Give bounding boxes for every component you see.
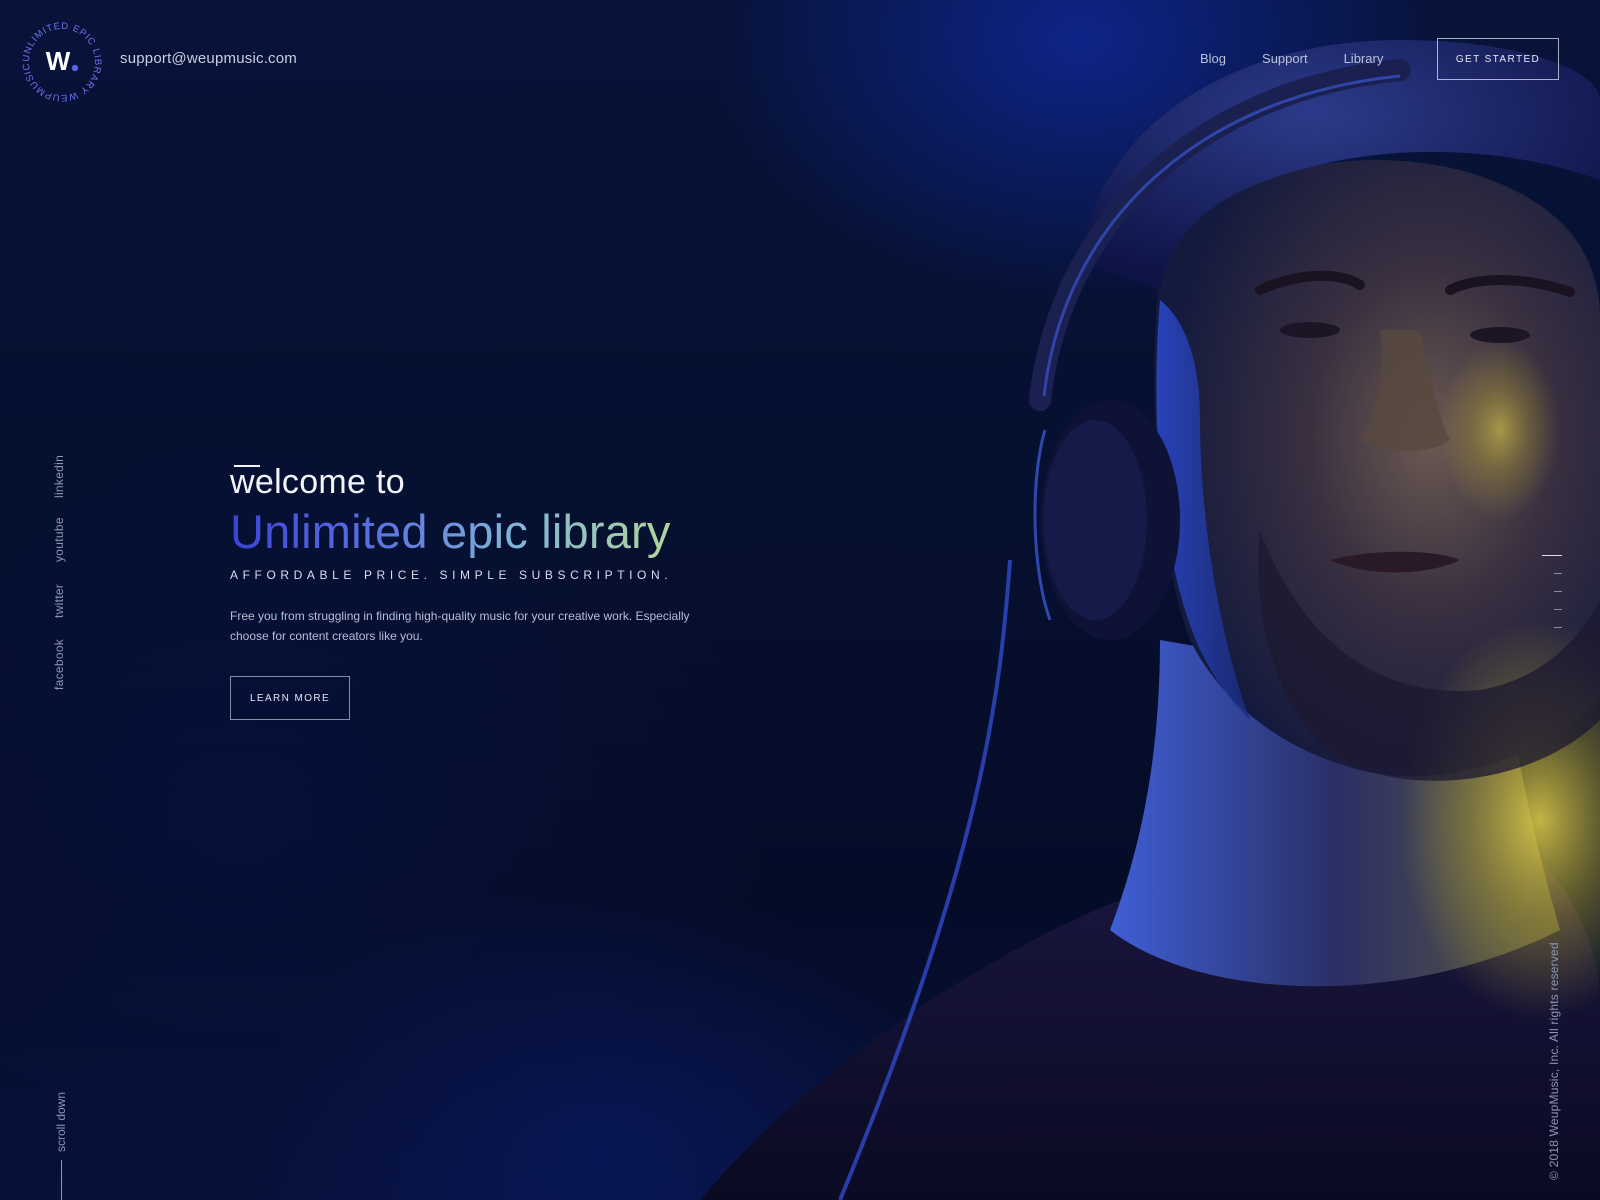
landing-page: UNLIMITED EPIC LIBRARY WEUPMUSIC W suppo… [0, 0, 1600, 1200]
main-nav: Blog Support Library [1200, 51, 1383, 66]
copyright-text: © 2018 WeupMusic, Inc. All rights reserv… [1547, 942, 1561, 1180]
social-link-facebook[interactable]: facebook [52, 639, 66, 690]
support-email-link[interactable]: support@weupmusic.com [120, 50, 297, 67]
slide-tick[interactable] [1554, 591, 1562, 592]
welcome-overline [234, 465, 260, 467]
social-link-youtube[interactable]: youtube [52, 517, 66, 562]
learn-more-button[interactable]: LEARN MORE [230, 676, 350, 720]
slide-indicator[interactable] [1538, 555, 1562, 645]
hero-description: Free you from struggling in finding high… [230, 609, 690, 643]
brand-logo[interactable]: UNLIMITED EPIC LIBRARY WEUPMUSIC W [20, 20, 104, 104]
hero-tagline: AFFORDABLE PRICE. SIMPLE SUBSCRIPTION. [230, 568, 673, 582]
svg-text:W: W [46, 46, 71, 76]
slide-tick[interactable] [1554, 573, 1562, 574]
slide-tick[interactable] [1554, 609, 1562, 610]
scroll-down-line [61, 1160, 62, 1200]
hero-section: welcome to Unlimited epic library AFFORD… [230, 460, 750, 720]
nav-item-blog[interactable]: Blog [1200, 51, 1226, 66]
social-link-twitter[interactable]: twitter [52, 584, 66, 618]
scroll-down-label[interactable]: scroll down [54, 1092, 68, 1152]
slide-tick[interactable] [1554, 627, 1562, 628]
nav-item-library[interactable]: Library [1344, 51, 1384, 66]
slide-tick-active[interactable] [1542, 555, 1562, 556]
nav-item-support[interactable]: Support [1262, 51, 1308, 66]
hero-headline: Unlimited epic library [230, 504, 700, 560]
social-link-linkedin[interactable]: linkedin [52, 455, 66, 498]
get-started-button[interactable]: GET STARTED [1437, 38, 1559, 80]
hero-welcome: welcome to [230, 463, 405, 501]
hero-photo [700, 40, 1600, 1200]
social-links: linkedin youtube twitter facebook [52, 452, 70, 692]
